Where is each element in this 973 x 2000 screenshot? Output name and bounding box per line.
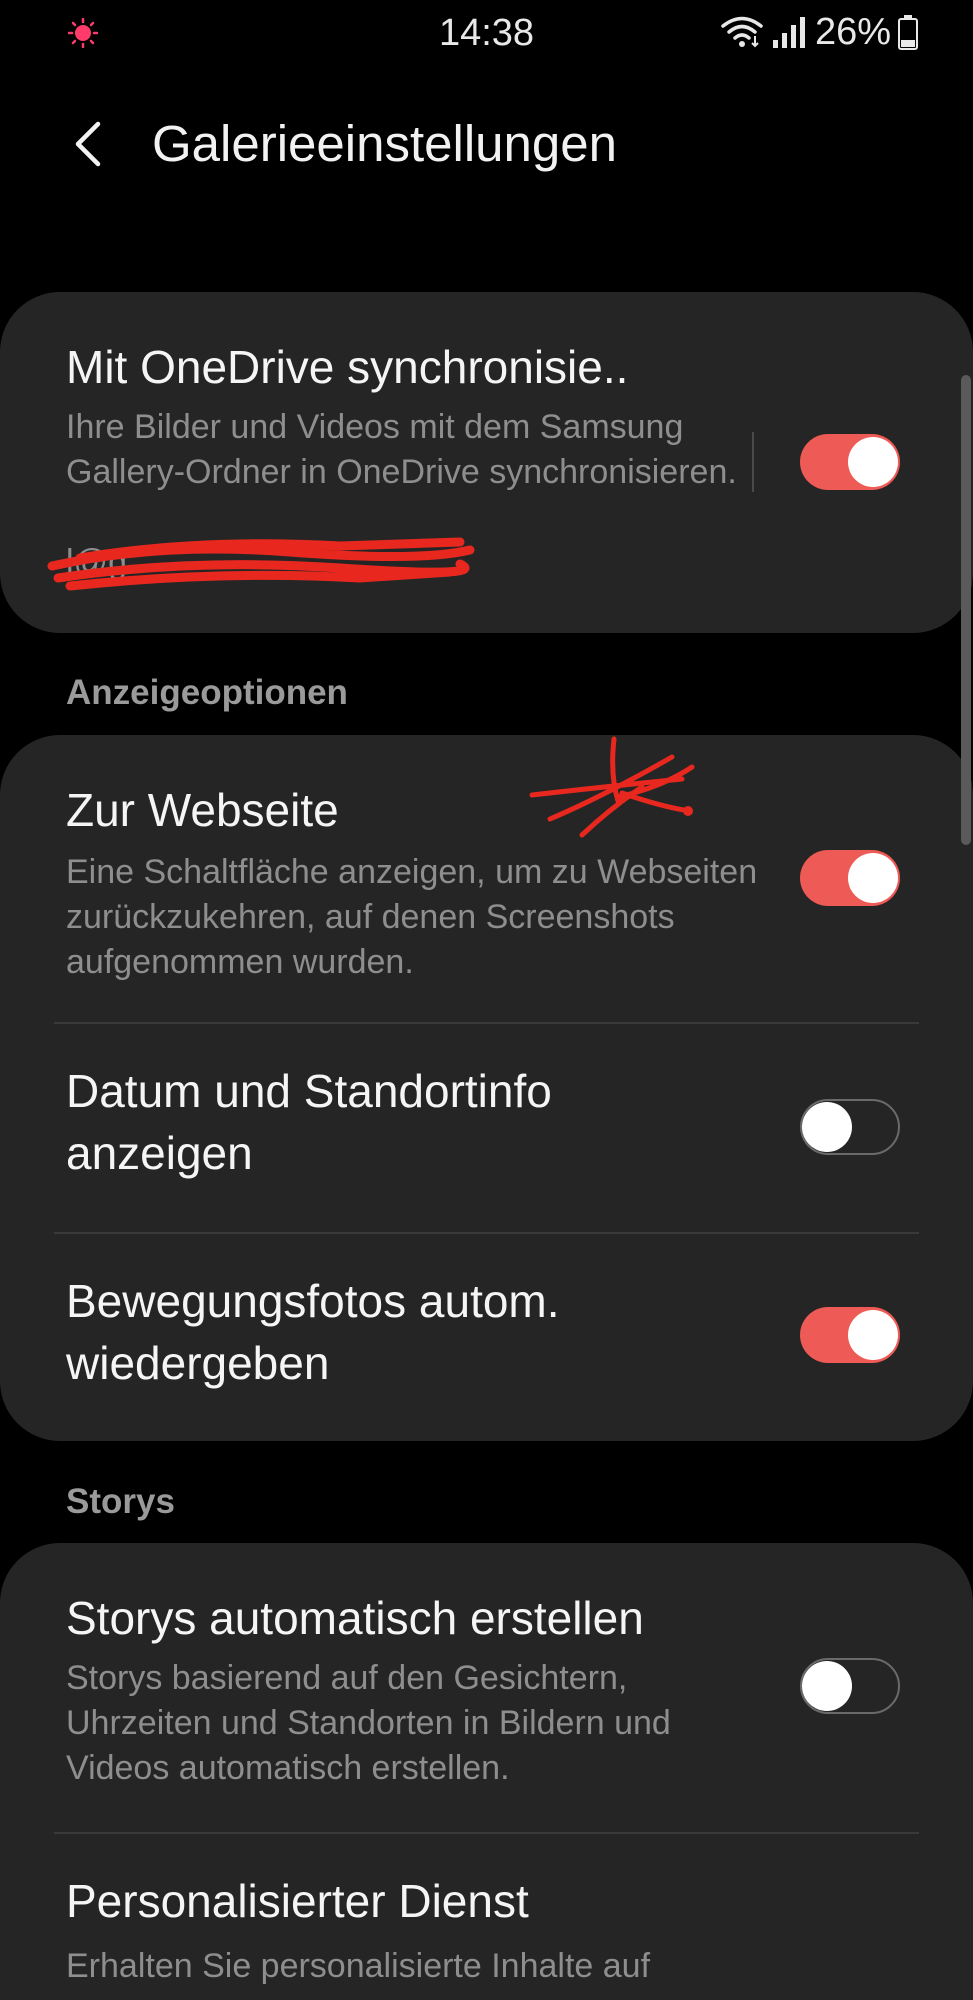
toggle-divider bbox=[752, 432, 754, 492]
gallery-settings-screen: 14:38 26% Galerieeinstellungen Mit OneDr… bbox=[0, 0, 973, 2000]
auto-stories-description: Storys basierend auf den Gesichtern, Uhr… bbox=[66, 1659, 671, 1787]
status-bar: 14:38 26% bbox=[0, 0, 973, 66]
web-page-toggle[interactable] bbox=[800, 850, 900, 906]
toggle-knob bbox=[848, 1310, 898, 1360]
date-location-toggle[interactable] bbox=[800, 1099, 900, 1155]
onedrive-sync-row[interactable]: Mit OneDrive synchronisie.. Ihre Bilder … bbox=[0, 292, 973, 633]
onedrive-account: l@g bbox=[66, 543, 127, 581]
motion-photos-toggle[interactable] bbox=[800, 1307, 900, 1363]
personalized-service-description: Erhalten Sie personalisierte Inhalte auf bbox=[66, 1947, 651, 1985]
app-header: Galerieeinstellungen bbox=[0, 100, 973, 190]
toggle-knob bbox=[848, 853, 898, 903]
motion-photos-row[interactable]: Bewegungsfotos autom. wiedergeben bbox=[0, 1234, 973, 1441]
onedrive-sync-description: Ihre Bilder und Videos mit dem Samsung G… bbox=[66, 408, 737, 491]
scrollbar[interactable] bbox=[961, 375, 971, 845]
battery-percent: 26% bbox=[814, 10, 891, 53]
wifi-icon bbox=[721, 16, 763, 48]
personalized-service-title: Personalisierter Dienst bbox=[66, 1875, 529, 1927]
auto-stories-title: Storys automatisch erstellen bbox=[66, 1592, 644, 1644]
auto-stories-toggle[interactable] bbox=[800, 1658, 900, 1714]
motion-photos-title: Bewegungsfotos autom. bbox=[66, 1275, 560, 1327]
back-button[interactable] bbox=[58, 114, 118, 174]
web-page-description: Eine Schaltfläche anzeigen, um zu Websei… bbox=[66, 853, 758, 981]
back-arrow-icon bbox=[75, 121, 101, 167]
web-page-row[interactable]: Zur Webseite Eine Schaltfläche anzeigen,… bbox=[0, 735, 973, 1023]
toggle-knob bbox=[848, 437, 898, 487]
display-options-card: Zur Webseite Eine Schaltfläche anzeigen,… bbox=[0, 735, 973, 1441]
toggle-knob bbox=[802, 1661, 852, 1711]
battery-icon bbox=[898, 15, 918, 50]
signal-icon bbox=[772, 17, 805, 48]
onedrive-sync-title: Mit OneDrive synchronisie.. bbox=[66, 341, 629, 393]
status-icons: 26% bbox=[719, 10, 919, 53]
date-location-title-line2: anzeigen bbox=[66, 1127, 253, 1179]
date-location-row[interactable]: Datum und Standortinfo anzeigen bbox=[0, 1024, 973, 1232]
section-header-stories: Storys bbox=[66, 1482, 175, 1521]
web-page-title: Zur Webseite bbox=[66, 784, 339, 836]
motion-photos-title-line2: wiedergeben bbox=[66, 1337, 330, 1389]
toggle-knob bbox=[802, 1102, 852, 1152]
page-title: Galerieeinstellungen bbox=[152, 115, 617, 172]
date-location-title: Datum und Standortinfo bbox=[66, 1065, 552, 1117]
onedrive-sync-card: Mit OneDrive synchronisie.. Ihre Bilder … bbox=[0, 292, 973, 633]
onedrive-sync-toggle[interactable] bbox=[800, 434, 900, 490]
stories-card: Storys automatisch erstellen Storys basi… bbox=[0, 1543, 973, 2000]
personalized-service-row[interactable]: Personalisierter Dienst Erhalten Sie per… bbox=[0, 1834, 973, 2000]
auto-stories-row[interactable]: Storys automatisch erstellen Storys basi… bbox=[0, 1543, 973, 1833]
section-header-display: Anzeigeoptionen bbox=[66, 673, 348, 712]
